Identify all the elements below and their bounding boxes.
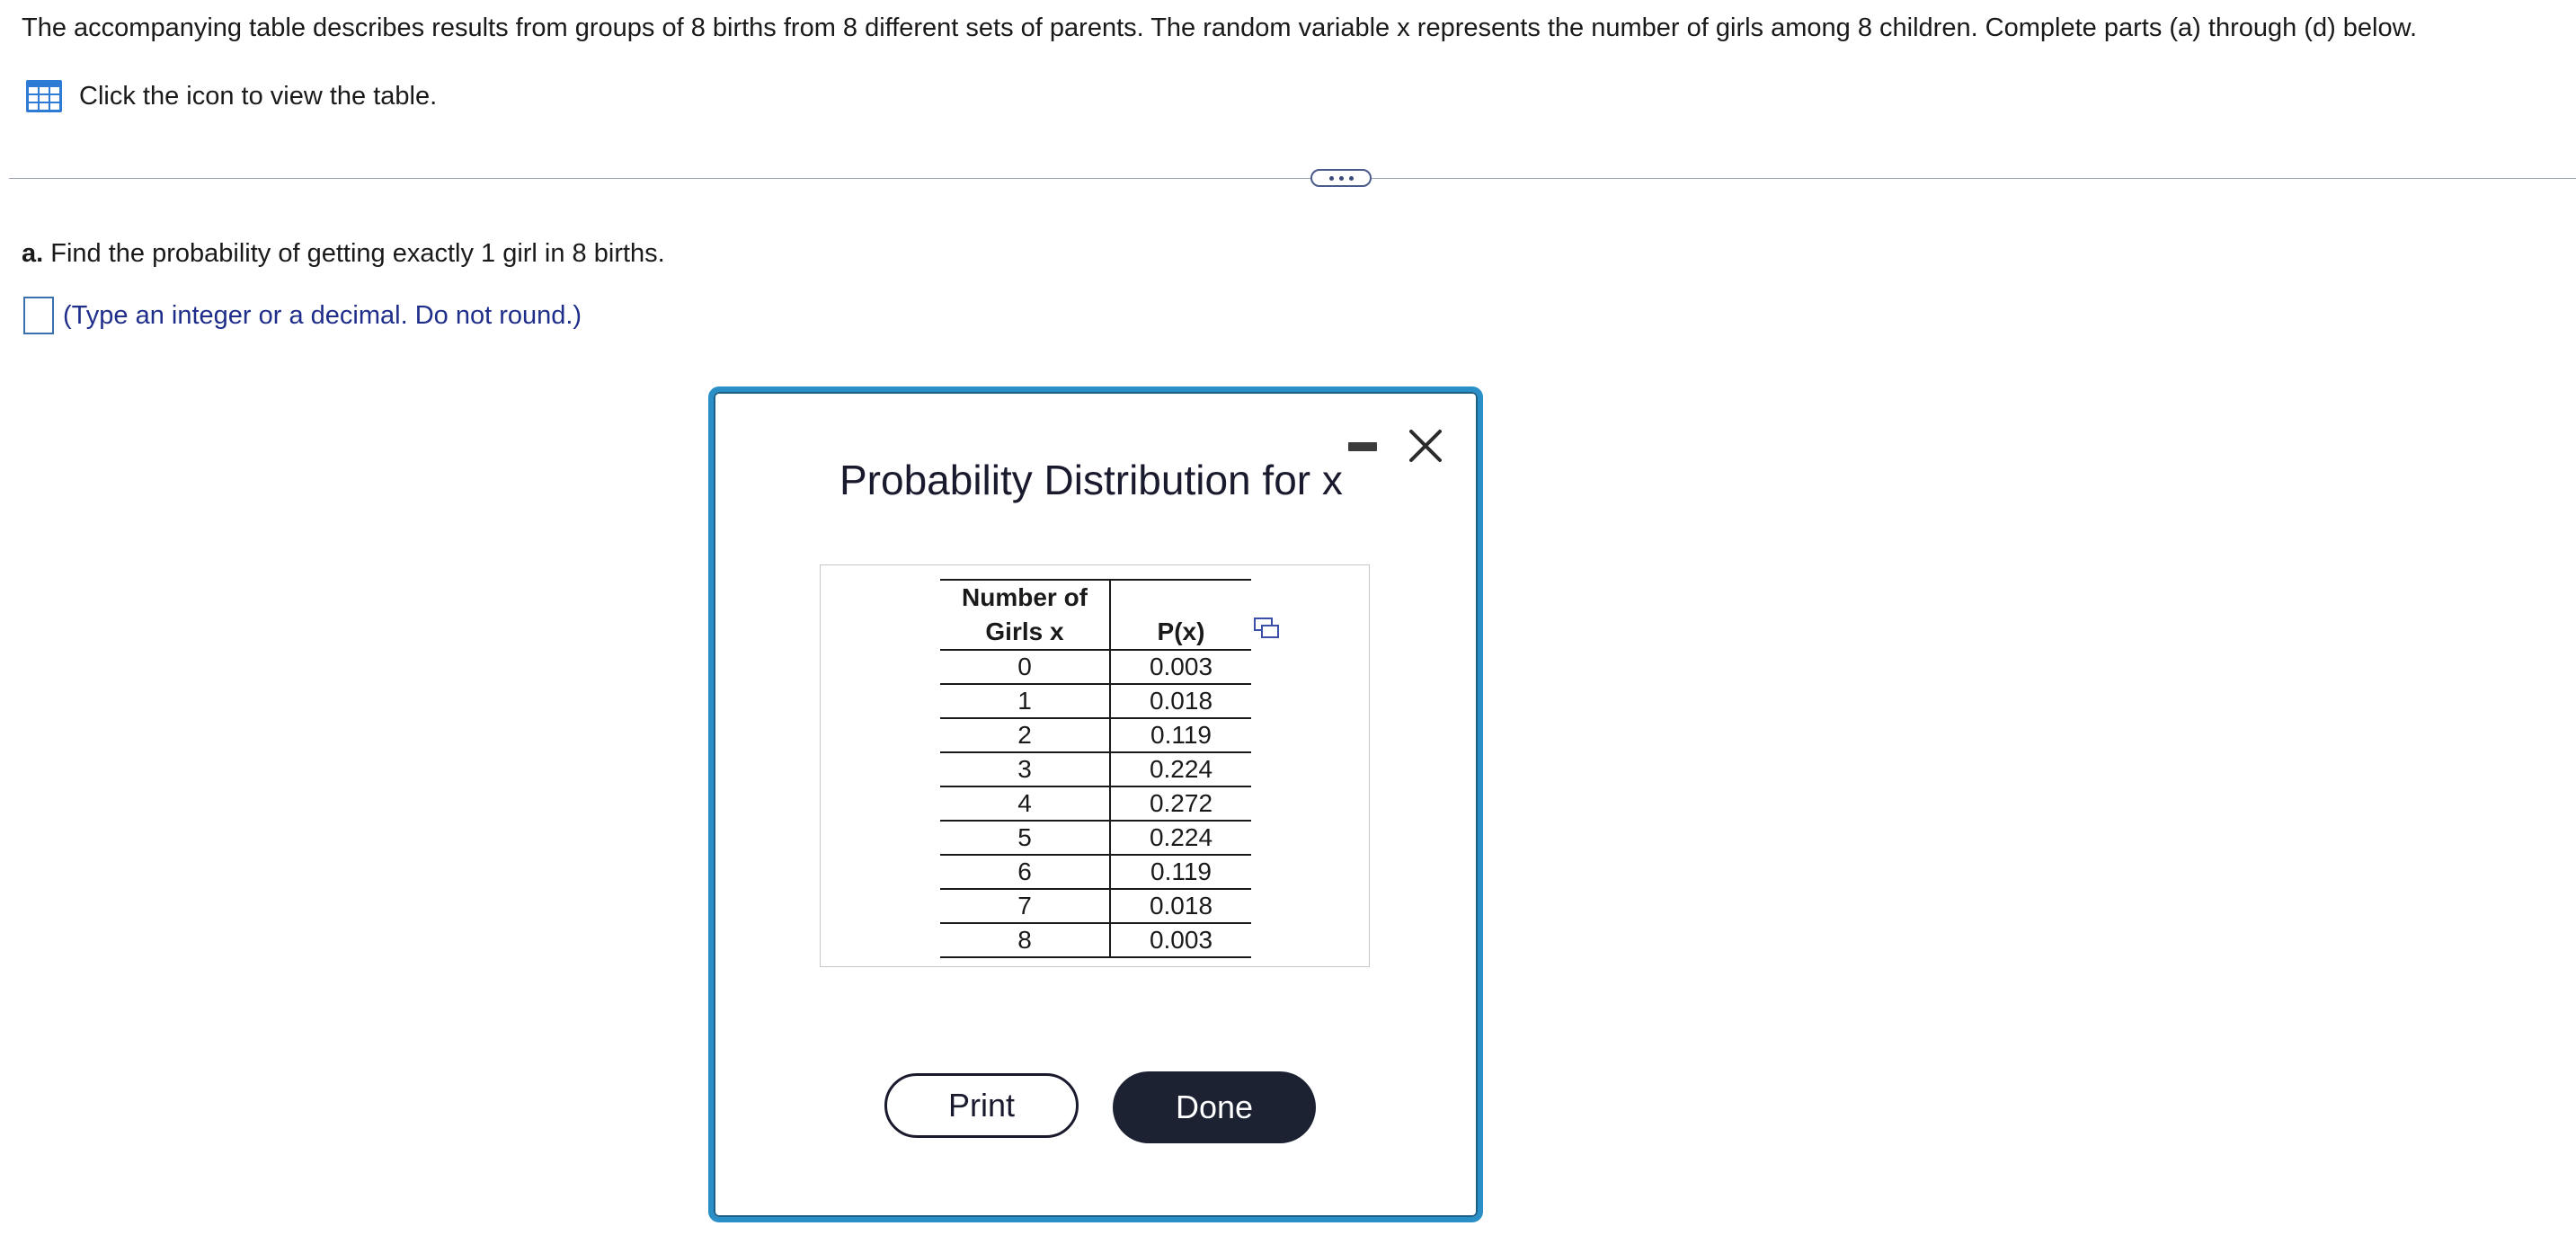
ellipsis-dot bbox=[1348, 175, 1354, 181]
part-a-answer-input[interactable] bbox=[23, 297, 54, 334]
header-number-of-girls: Number of Girls x bbox=[940, 579, 1111, 651]
table-row: 7 0.018 bbox=[940, 889, 1251, 924]
cell-x: 8 bbox=[940, 923, 1111, 958]
table-row: 0 0.003 bbox=[940, 650, 1251, 685]
question-text: The accompanying table describes results… bbox=[22, 13, 2418, 42]
cell-x: 5 bbox=[940, 821, 1111, 856]
table-row: 8 0.003 bbox=[940, 923, 1251, 958]
cell-x: 2 bbox=[940, 718, 1111, 753]
part-a-prefix: a. bbox=[22, 239, 44, 268]
cell-p: 0.224 bbox=[1110, 752, 1251, 787]
part-a-text: Find the probability of getting exactly … bbox=[43, 239, 665, 268]
part-a-question: a. Find the probability of getting exact… bbox=[22, 238, 665, 269]
close-icon[interactable] bbox=[1406, 426, 1445, 466]
table-row: 6 0.119 bbox=[940, 855, 1251, 890]
probability-table: Number of Girls x P(x) 0 0.003 1 0.018 2… bbox=[940, 579, 1251, 958]
table-grid-icon[interactable] bbox=[25, 79, 63, 113]
copy-table-icon[interactable] bbox=[1253, 617, 1280, 640]
cell-p: 0.119 bbox=[1110, 855, 1251, 890]
header-x-line1: Number of bbox=[962, 583, 1088, 611]
cell-p: 0.018 bbox=[1110, 684, 1251, 719]
cell-p: 0.224 bbox=[1110, 821, 1251, 856]
cell-x: 6 bbox=[940, 855, 1111, 890]
modal-title: Probability Distribution for x bbox=[839, 457, 1343, 503]
minimize-icon[interactable] bbox=[1348, 442, 1377, 451]
table-row: 4 0.272 bbox=[940, 786, 1251, 822]
table-header-row: Number of Girls x P(x) bbox=[940, 579, 1251, 651]
ellipsis-dot bbox=[1338, 175, 1344, 181]
ellipsis-dot bbox=[1328, 175, 1334, 181]
cell-x: 3 bbox=[940, 752, 1111, 787]
cell-x: 0 bbox=[940, 650, 1111, 685]
table-modal: Probability Distribution for x Number of… bbox=[708, 386, 1483, 1222]
part-a-answer-row: (Type an integer or a decimal. Do not ro… bbox=[23, 297, 582, 334]
cell-x: 7 bbox=[940, 889, 1111, 924]
cell-p: 0.003 bbox=[1110, 923, 1251, 958]
print-button[interactable]: Print bbox=[884, 1073, 1079, 1138]
cell-p: 0.003 bbox=[1110, 650, 1251, 685]
table-row: 5 0.224 bbox=[940, 821, 1251, 856]
table-row: 2 0.119 bbox=[940, 718, 1251, 753]
header-px: P(x) bbox=[1110, 579, 1251, 651]
section-divider bbox=[9, 178, 2576, 179]
view-table-link[interactable]: Click the icon to view the table. bbox=[25, 79, 437, 113]
view-table-label[interactable]: Click the icon to view the table. bbox=[79, 81, 437, 111]
table-row: 1 0.018 bbox=[940, 684, 1251, 719]
answer-hint: (Type an integer or a decimal. Do not ro… bbox=[63, 301, 582, 330]
done-button[interactable]: Done bbox=[1113, 1071, 1316, 1143]
cell-x: 4 bbox=[940, 786, 1111, 822]
cell-x: 1 bbox=[940, 684, 1111, 719]
cell-p: 0.272 bbox=[1110, 786, 1251, 822]
expand-ellipsis-button[interactable] bbox=[1310, 169, 1372, 187]
cell-p: 0.119 bbox=[1110, 718, 1251, 753]
cell-p: 0.018 bbox=[1110, 889, 1251, 924]
header-x-line2: Girls x bbox=[985, 618, 1064, 645]
table-row: 3 0.224 bbox=[940, 752, 1251, 787]
